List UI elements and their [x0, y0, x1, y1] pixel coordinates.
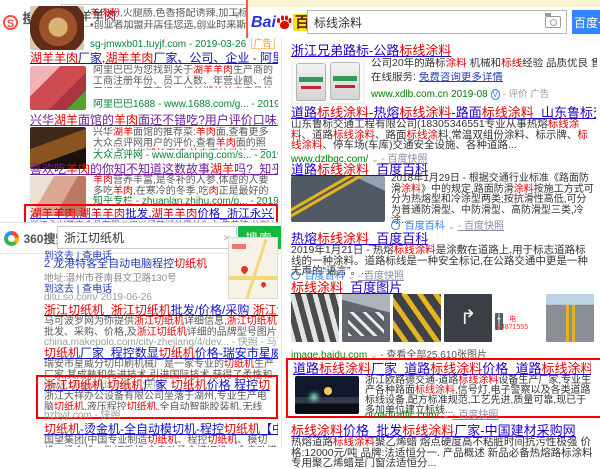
- result-url: 阿里巴巴1688 - www.1688.com/g... - 2019-6-19…: [93, 99, 278, 110]
- ad-tag: 广告: [530, 89, 549, 100]
- result-desc-line1: 公司20年的路标涂料 机械和标线经验 品质优良 售后周到: [371, 58, 597, 69]
- result-desc: 浙江大祥办公设备有限公司坐落于湖州,专业生产电脑切纸机,液压程控切纸机,全自动智…: [44, 391, 270, 410]
- result-desc: 热熔道路标线涂料聚乙烯蜡 熔点硬度高不粘脏时间抗污性极强 价格:12000元/吨…: [291, 437, 596, 447]
- result-url: www.xdlb.com.cn 2019-08: [371, 89, 488, 100]
- cache-link[interactable]: - 百度快照: [458, 221, 504, 232]
- baidu-search-input[interactable]: [307, 10, 567, 34]
- baidu-results-panel: Bai百度 百度一下 浙江兄弟路标-公路标线涂料 公司20年的路标涂料 机械和标…: [281, 0, 600, 447]
- result-title-images[interactable]: 标线涂料_百度图片: [291, 281, 591, 295]
- road-image[interactable]: ↱: [444, 294, 492, 342]
- result-thumbnail[interactable]: [30, 66, 86, 110]
- baike-icon: [391, 221, 400, 230]
- result-url: 大众点评网 - www.dianping.com/s... - 2019-2-7…: [93, 150, 278, 161]
- result-thumbnail[interactable]: [295, 376, 359, 414]
- result-desc: 国望集团(中国专业制造切纸机、程控切纸机、模切机、烫金机、数切系机,全自动烫金模…: [44, 435, 278, 447]
- sogou-results-panel: S 搜狗搜索 羊肉粉,火腿肠,色香搭配诱辣,加工标准化流程,小白做腿,一经推出便…: [0, 0, 281, 222]
- result-url: hzbyjt.com - 快照: [44, 410, 270, 421]
- result-desc: 山东鲁标交通工程有限公司(18305346551专业从事热熔标线涂料、道路标线涂…: [291, 119, 593, 150]
- ad-url: sg-jmwxb01.tuyjf.com - 2019-03-26: [90, 39, 246, 50]
- road-image[interactable]: 电24871555↑: [495, 313, 503, 330]
- so360-results-panel: 360搜索 × 搜索 到这去 | 查电话 2 龙港特客全自动电脑程控切纸机 地址…: [0, 222, 281, 447]
- result-title-oulude[interactable]: 道路标线涂料厂家_道路标线涂料价格_道路标线涂料批发-浙江欧路德...: [293, 362, 591, 376]
- so360-search-input[interactable]: [57, 226, 237, 249]
- chevron-down-icon[interactable]: ⌄: [448, 221, 456, 231]
- result-desc: 2018年1月29日 - 根据交通行业标准《路面防滑涂料》中的规定,路面防滑涂料…: [391, 174, 595, 216]
- baike-icon: [291, 271, 300, 280]
- map-pin-icon: [260, 281, 267, 288]
- result-title-dianping[interactable]: 兴华湖羊面馆的羊肉面还不错吃?用户评价口味怎么样?吴江美食羊肉...: [30, 114, 278, 127]
- map-pin-icon: [240, 265, 250, 275]
- image-strip: ↱ 电24871555↑: [291, 294, 597, 342]
- result-desc: 羊肉营养丰富,是冬补的人参,体虚的人要多吃羊肉,在寒冷的冬季,吃肉正是最好的滋补…: [93, 175, 278, 196]
- sogou-logo-icon: S: [3, 15, 18, 30]
- result-title-xiongdi[interactable]: 浙江兄弟路标-公路标线涂料: [291, 44, 581, 58]
- road-image[interactable]: [291, 294, 339, 342]
- paint-bucket: [330, 62, 360, 100]
- service-prefix: 在线服务:: [371, 72, 416, 83]
- result-thumbnail[interactable]: [30, 6, 84, 50]
- rating-tag[interactable]: - 评价: [503, 89, 528, 100]
- result-desc: 浙江欧路德交通-道路标线涂料设备生产厂家,专业生产各种路面标线涂料,信号灯,电子…: [365, 376, 593, 406]
- road-image[interactable]: [546, 294, 594, 342]
- ad-badge: 广告: [251, 37, 275, 49]
- baidu-logo-bai: Bai: [251, 14, 276, 31]
- result-desc: 马可波罗网为你提供浙江切纸机详细信息,浙江切纸机批发、采购、价格,及浙江切纸机详…: [44, 316, 278, 337]
- so360-logo-icon: [4, 231, 19, 246]
- baidu-paw-icon: [277, 15, 292, 30]
- road-image[interactable]: [393, 294, 441, 342]
- chevron-down-icon[interactable]: ⌄: [442, 410, 450, 420]
- result-title-1688[interactable]: 湖羊羊肉厂家,湖羊羊肉厂家、公司、企业 - 阿里巴巴公司黄页: [30, 52, 278, 65]
- panel-divider: [281, 38, 282, 447]
- top-banner: [248, 0, 600, 7]
- road-image[interactable]: [342, 294, 390, 342]
- chevron-down-icon[interactable]: ⌄: [348, 271, 356, 281]
- map-road: [245, 239, 267, 299]
- camera-icon[interactable]: [545, 16, 561, 28]
- image-overlay-text: 电24871555: [497, 316, 503, 330]
- baidu-search-button[interactable]: 百度一下: [572, 10, 600, 34]
- map-thumbnail[interactable]: [228, 237, 278, 299]
- map-url: ditu.so.com/ 2019-06-26: [44, 292, 224, 303]
- result-url: oroadtraffic.com/: [365, 410, 439, 421]
- result-thumbnail[interactable]: [291, 176, 385, 222]
- baike-source-link[interactable]: 百度百科: [405, 221, 445, 232]
- result-desc: 兴华湖羊面馆的推荐菜:羊肉面,查看更多大众点评网用户的评价,查看羊肉面的照片,体…: [93, 127, 278, 150]
- consult-link[interactable]: 免费咨询更多详情: [419, 72, 503, 83]
- paint-bucket: [296, 63, 326, 101]
- verified-icon: V: [491, 89, 500, 100]
- result-desc: 2019年1月21日 - 热熔标线涂料是涂敷在道路上,用于标志道路标线的一种涂料…: [291, 245, 596, 266]
- cache-link[interactable]: - 百度快照: [452, 410, 498, 421]
- result-thumbnail[interactable]: [291, 58, 365, 104]
- result-desc: 阿里巴巴为您找到关于湖羊羊肉生产商的工商注册年份、员工人数、年营业额、信用记录、…: [93, 65, 278, 88]
- map-label: [232, 244, 246, 249]
